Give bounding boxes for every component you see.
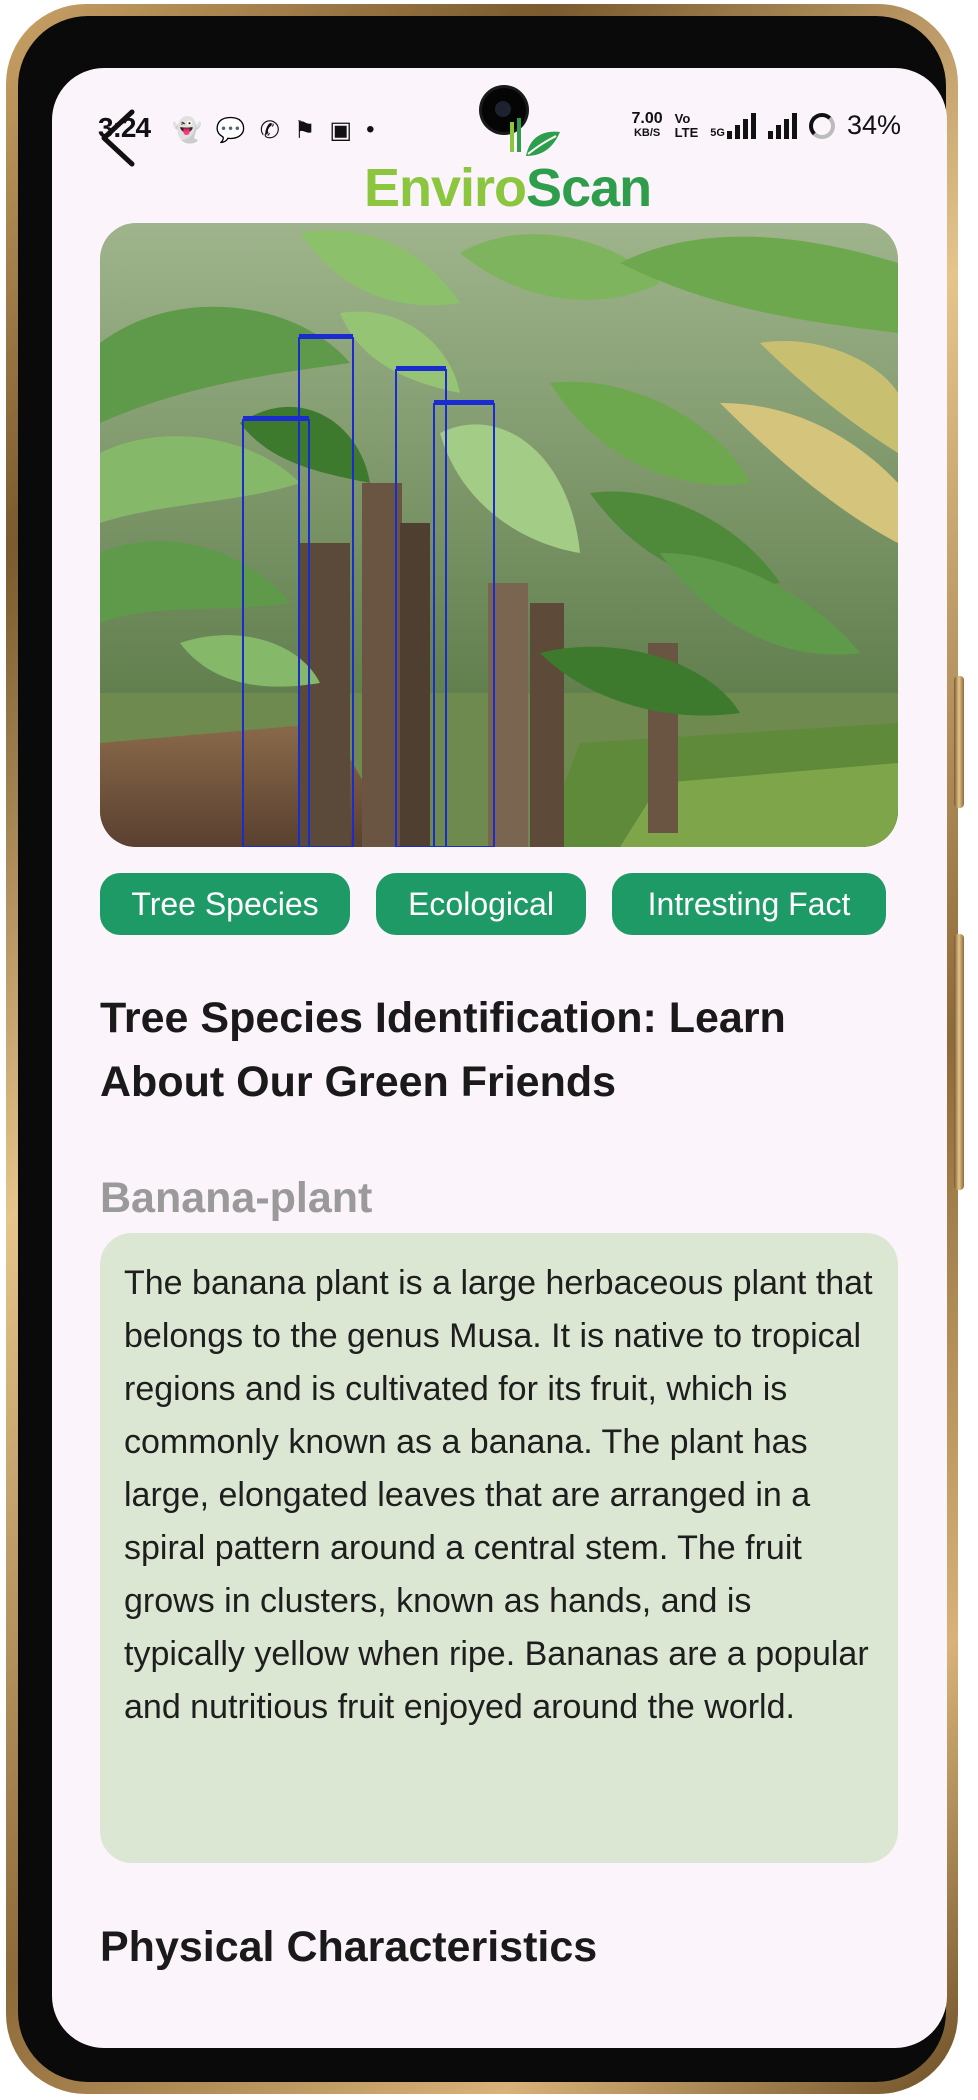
- app-name: EnviroScan: [364, 158, 652, 218]
- battery-level: 34%: [846, 110, 901, 140]
- phone-frame: 3:24 👻 💬 ✆ ⚑ ▣ • 7.00 KB/S Vo LTE 5G 34%…: [6, 4, 964, 2094]
- power-button: [954, 934, 964, 1190]
- screen: 3:24 👻 💬 ✆ ⚑ ▣ • 7.00 KB/S Vo LTE 5G 34%…: [52, 68, 947, 2048]
- info-tabs: Tree Species Ecological Intresting Fact: [100, 873, 900, 935]
- tab-tree-species[interactable]: Tree Species: [100, 873, 350, 935]
- media-icon: ▣: [329, 117, 353, 144]
- status-right: 7.00 KB/S Vo LTE 5G 34%: [632, 110, 901, 141]
- notification-icons: 👻 💬 ✆ ⚑ ▣ •: [172, 116, 375, 145]
- leaf-icon: [510, 118, 560, 156]
- app-logo: EnviroScan: [364, 116, 664, 220]
- battery-icon: [808, 112, 835, 139]
- description-card: The banana plant is a large herbaceous p…: [100, 1233, 898, 1863]
- tab-ecological[interactable]: Ecological: [376, 873, 586, 935]
- location-icon: ⚑: [293, 117, 316, 144]
- volte-indicator: Vo LTE: [674, 110, 699, 140]
- signal-5g: 5G: [710, 112, 756, 139]
- page-title: Tree Species Identification: Learn About…: [100, 994, 786, 1106]
- signal-bars-icon-2: [767, 112, 797, 139]
- section-heading: Physical Characteristics: [100, 1923, 598, 1971]
- species-name: Banana-plant: [100, 1174, 373, 1222]
- snapchat-icon: 👻: [172, 117, 202, 144]
- back-button[interactable]: [94, 106, 144, 170]
- whatsapp-icon: ✆: [259, 117, 280, 144]
- plant-photo: [100, 223, 898, 847]
- species-description: The banana plant is a large herbaceous p…: [124, 1264, 873, 1726]
- banana-plant-image: [100, 223, 898, 847]
- signal-bars-icon: [726, 112, 756, 139]
- phone-bezel: 3:24 👻 💬 ✆ ⚑ ▣ • 7.00 KB/S Vo LTE 5G 34%…: [18, 16, 947, 2082]
- tab-interesting-fact[interactable]: Intresting Fact: [612, 873, 886, 935]
- back-arrow-icon: [101, 109, 135, 167]
- volume-button: [954, 676, 964, 808]
- chat-icon: 💬: [215, 117, 246, 144]
